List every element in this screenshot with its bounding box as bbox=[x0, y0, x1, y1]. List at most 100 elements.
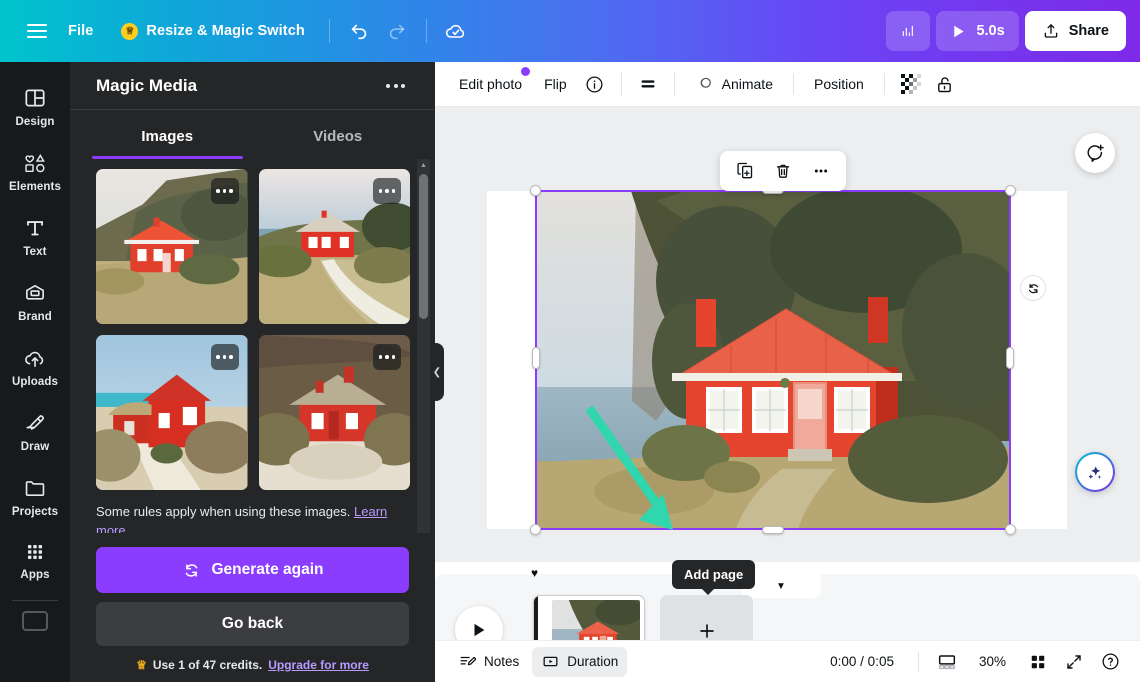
duration-icon bbox=[543, 656, 558, 667]
generated-image-grid bbox=[70, 159, 435, 490]
resize-magic-switch-button[interactable]: ♕ Resize & Magic Switch bbox=[107, 15, 318, 48]
position-button[interactable]: Position bbox=[804, 68, 874, 100]
text-t-icon bbox=[27, 221, 43, 236]
zoom-level-button[interactable]: 30% bbox=[967, 654, 1018, 669]
animate-button[interactable]: Animate bbox=[685, 68, 783, 100]
selected-photo[interactable] bbox=[536, 191, 1010, 529]
usage-rules-label: Some rules apply when using these images… bbox=[96, 504, 351, 519]
sidebar-item-design[interactable]: Design bbox=[3, 76, 67, 134]
generated-image-2[interactable] bbox=[258, 169, 410, 324]
resize-handle-bottom-right[interactable] bbox=[1005, 524, 1016, 535]
sidebar-item-elements[interactable]: Elements bbox=[3, 141, 67, 199]
folder-icon bbox=[25, 481, 45, 496]
red-cottage-cliff-sea bbox=[536, 191, 1010, 529]
more-options-icon[interactable] bbox=[210, 178, 239, 204]
shapes-icon bbox=[24, 154, 45, 173]
duration-button[interactable]: Duration bbox=[532, 646, 628, 677]
more-options-icon[interactable] bbox=[378, 76, 413, 96]
expand-icon[interactable] bbox=[1058, 647, 1090, 677]
upgrade-link[interactable]: Upgrade for more bbox=[268, 658, 369, 672]
magic-sparkle-icon[interactable] bbox=[1075, 452, 1115, 492]
trash-icon[interactable] bbox=[766, 155, 800, 187]
status-bar: Notes Duration 0:00 / 0:05 30% bbox=[435, 640, 1140, 682]
generate-again-label: Generate again bbox=[211, 561, 324, 578]
rotate-icon[interactable] bbox=[1020, 275, 1046, 301]
resize-handle-bottom-left[interactable] bbox=[530, 524, 541, 535]
canvas-viewport[interactable] bbox=[435, 107, 1140, 562]
magic-media-panel: Magic Media Images Videos Some rules app… bbox=[70, 62, 435, 682]
rail-overflow-item[interactable] bbox=[22, 611, 48, 631]
sidebar-item-text[interactable]: Text bbox=[3, 206, 67, 264]
tab-images[interactable]: Images bbox=[82, 110, 253, 159]
hamburger-icon[interactable] bbox=[20, 14, 54, 48]
resize-magic-switch-label: Resize & Magic Switch bbox=[146, 23, 305, 39]
help-icon[interactable] bbox=[1094, 647, 1126, 677]
crown-icon: ♕ bbox=[121, 22, 139, 40]
redo-icon[interactable] bbox=[378, 12, 416, 50]
generate-again-button[interactable]: Generate again bbox=[96, 547, 409, 593]
share-button[interactable]: Share bbox=[1024, 11, 1126, 51]
toolbar-divider-2 bbox=[425, 19, 427, 43]
more-options-icon[interactable] bbox=[373, 178, 401, 204]
collapse-panel-handle[interactable]: ❮ bbox=[430, 343, 444, 401]
sidebar-item-apps[interactable]: Apps bbox=[3, 531, 67, 587]
toolbar-divider bbox=[328, 19, 330, 43]
scrollbar-thumb[interactable] bbox=[419, 174, 428, 319]
lock-open-icon[interactable] bbox=[929, 68, 961, 100]
timeline-view-icon[interactable] bbox=[931, 647, 963, 677]
editor-area: Edit photo Flip Animate Position ♥ ▼ Add… bbox=[435, 62, 1140, 682]
more-options-icon[interactable] bbox=[373, 344, 401, 370]
generated-image-1[interactable] bbox=[96, 169, 248, 324]
playback-time-display: 0:00 / 0:05 bbox=[830, 654, 894, 669]
cloud-check-icon[interactable] bbox=[437, 12, 475, 50]
status-divider bbox=[917, 651, 919, 672]
animate-icon bbox=[700, 77, 711, 88]
file-menu-button[interactable]: File bbox=[54, 15, 107, 47]
flip-button[interactable]: Flip bbox=[534, 68, 577, 100]
generated-image-3[interactable] bbox=[96, 335, 248, 490]
top-bar-right-group: 5.0s Share bbox=[886, 11, 1140, 51]
more-options-icon[interactable] bbox=[210, 344, 239, 370]
scroll-down-icon[interactable]: ▼ bbox=[417, 531, 430, 533]
toolbar-divider-2 bbox=[673, 73, 675, 95]
resize-handle-middle-right[interactable] bbox=[1006, 347, 1014, 369]
go-back-button[interactable]: Go back bbox=[96, 602, 409, 646]
sidebar-item-uploads[interactable]: Uploads bbox=[3, 336, 67, 394]
notes-label: Notes bbox=[484, 654, 520, 669]
grid-view-icon[interactable] bbox=[1022, 647, 1054, 677]
timing-marker-icon[interactable]: ♥ bbox=[531, 566, 538, 580]
generated-image-4[interactable] bbox=[258, 335, 410, 490]
checkerboard-icon[interactable] bbox=[895, 68, 927, 100]
panel-results-body: Some rules apply when using these images… bbox=[70, 159, 435, 533]
undo-icon[interactable] bbox=[340, 12, 378, 50]
sidebar-item-brand[interactable]: Brand bbox=[3, 271, 67, 329]
resize-handle-top-left[interactable] bbox=[530, 185, 541, 196]
layout-icon bbox=[25, 89, 45, 107]
sidebar-item-draw[interactable]: Draw bbox=[3, 401, 67, 459]
position-label: Position bbox=[813, 76, 864, 92]
brand-wallet-icon bbox=[26, 284, 44, 300]
preview-play-button[interactable]: 5.0s bbox=[936, 11, 1019, 51]
info-icon[interactable] bbox=[579, 68, 611, 100]
go-back-label: Go back bbox=[221, 615, 284, 632]
duplicate-icon[interactable] bbox=[728, 155, 762, 187]
floating-object-toolbar bbox=[720, 151, 846, 191]
page-title: Magic Media bbox=[96, 75, 198, 95]
notes-button[interactable]: Notes bbox=[449, 647, 528, 677]
lines-icon[interactable] bbox=[632, 68, 664, 100]
resize-handle-top-right[interactable] bbox=[1005, 185, 1016, 196]
pen-icon bbox=[26, 415, 45, 430]
scroll-up-icon[interactable]: ▲ bbox=[417, 159, 430, 172]
bar-chart-icon[interactable] bbox=[886, 11, 931, 51]
more-options-icon[interactable] bbox=[804, 155, 838, 187]
credits-row: ♕ Use 1 of 47 credits. Upgrade for more bbox=[96, 658, 409, 672]
resize-handle-bottom-center[interactable] bbox=[762, 526, 784, 534]
sidebar-item-projects[interactable]: Projects bbox=[3, 466, 67, 524]
resize-handle-middle-left[interactable] bbox=[532, 347, 540, 369]
add-comment-icon[interactable] bbox=[1075, 133, 1115, 173]
add-page-tooltip: Add page bbox=[672, 560, 756, 595]
panel-scrollbar[interactable]: ▲ ▼ bbox=[417, 159, 430, 533]
tab-videos[interactable]: Videos bbox=[253, 110, 424, 159]
edit-photo-button[interactable]: Edit photo bbox=[449, 67, 532, 100]
play-icon bbox=[474, 623, 485, 637]
